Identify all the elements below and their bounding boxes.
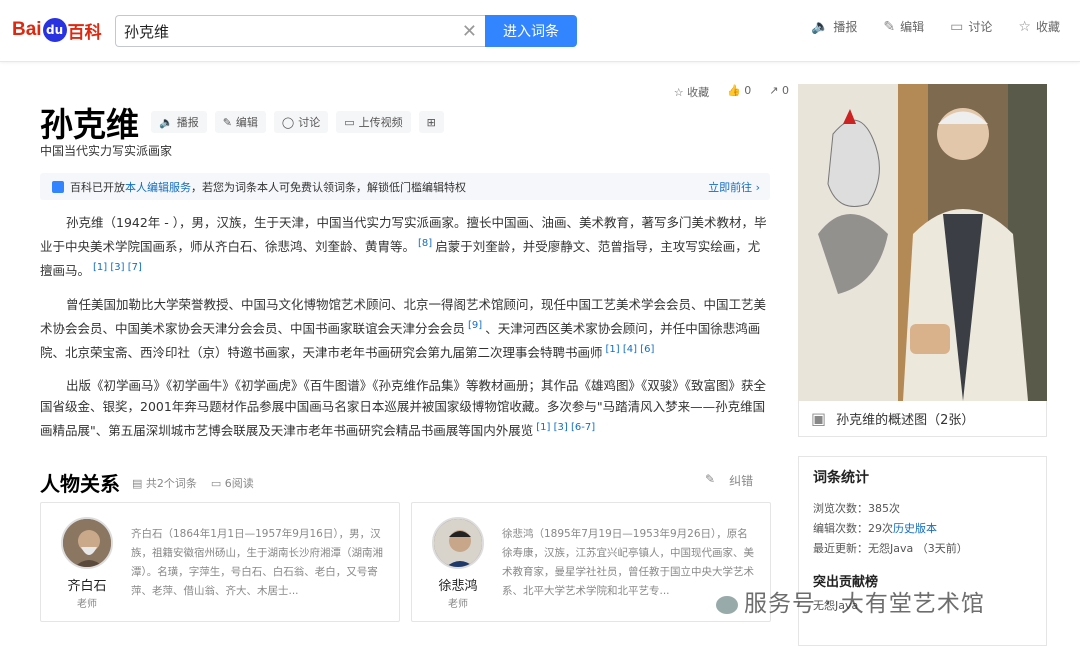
star-icon: ☆ <box>1018 18 1031 35</box>
person-desc: 齐白石（1864年1月1日—1957年9月16日），男，汉族，祖籍安徽宿州砀山，… <box>131 528 383 597</box>
plus-icon: ⊞ <box>426 115 436 129</box>
entry-meta: ☆ 收藏 👍 0 ↗ 0 <box>674 84 789 100</box>
ref-link[interactable]: [1] [3] [7] <box>93 262 142 273</box>
baidu-baike-logo[interactable]: Bai du 百科 <box>12 14 102 46</box>
avatar <box>432 517 484 569</box>
speaker-icon: 🔈 <box>810 18 829 35</box>
ref-link[interactable]: [8] <box>418 238 432 249</box>
page-title: 孙克维 <box>40 105 139 144</box>
clear-icon[interactable]: ✕ <box>462 21 477 42</box>
notice-link[interactable]: 本人编辑服务 <box>125 179 191 195</box>
ref-link[interactable]: [9] <box>468 320 482 331</box>
pencil-icon[interactable]: ✎ <box>705 472 715 489</box>
info-icon <box>52 180 64 193</box>
logo-bai: Bai <box>12 19 42 40</box>
entry-subtitle: 中国当代实力写实派画家 <box>40 144 173 158</box>
favorite-link[interactable]: ☆ 收藏 <box>674 84 709 100</box>
image-icon: ▣ <box>811 409 827 428</box>
enter-entry-button[interactable]: 进入词条 <box>485 15 577 47</box>
relations-tools: ✎ 纠错 <box>705 472 753 489</box>
speaker-icon: 🔈 <box>159 115 173 129</box>
ref-link[interactable]: [1] [3] [6-7] <box>536 422 595 433</box>
edits-count: 编辑次数：29次历史版本 <box>813 522 937 535</box>
relations-reads: ▭ 6阅读 <box>210 476 254 490</box>
go-now-link[interactable]: 立即前往 › <box>708 179 760 195</box>
correct-link[interactable]: 纠错 <box>729 472 753 489</box>
like-button[interactable]: 👍 0 <box>727 84 751 100</box>
share-button[interactable]: ↗ 0 <box>769 84 789 100</box>
paragraph-2: 曾任美国加勒比大学荣誉教授、中国马文化博物馆艺术顾问、北京一得阁艺术馆顾问，现任… <box>40 297 767 361</box>
top-bar: Bai du 百科 ✕ 进入词条 🔈播报 ✎编辑 ▭讨论 ☆收藏 <box>0 0 1080 62</box>
summary-photo[interactable] <box>798 84 1047 401</box>
ref-link[interactable]: [1] [4] [6] <box>606 344 655 355</box>
top-tool-discuss[interactable]: ▭ 讨论 <box>950 18 992 35</box>
top-tool-broadcast[interactable]: 🔈 播报 <box>811 18 857 35</box>
paragraph-1: 孙克维（1942年 - ），男，汉族，生于天津，中国当代实力写实派画家。擅长中国… <box>40 215 767 279</box>
photo-caption[interactable]: ▣ 孙克维的概述图（2张） <box>798 401 1047 437</box>
top-tools: 🔈 播报 ✎ 编辑 ▭ 讨论 ☆ 收藏 <box>811 18 1060 35</box>
watermark: 服务号 · 大有堂艺术馆 <box>716 584 985 618</box>
person-name[interactable]: 齐白石 <box>55 575 119 594</box>
relation-card[interactable]: 齐白石 老师 齐白石（1864年1月1日—1957年9月16日），男，汉族，祖籍… <box>40 502 400 622</box>
relations-header: 人物关系 ▤ 共2个词条 ▭ 6阅读 <box>40 468 268 497</box>
upload-video-button[interactable]: ▭ 上传视频 <box>336 111 411 133</box>
logo-du: du <box>42 18 67 42</box>
edit-button[interactable]: ✎ 编辑 <box>214 111 266 133</box>
stats-title: 词条统计 <box>813 470 869 486</box>
top-tool-favorite[interactable]: ☆ 收藏 <box>1018 18 1060 35</box>
notice-suffix: ，若您为词条本人可免费认领词条，解锁低门槛编辑特权 <box>191 180 466 194</box>
relations-title: 人物关系 <box>40 472 120 496</box>
pencil-icon: ✎ <box>883 18 896 35</box>
discuss-button[interactable]: ◯ 讨论 <box>273 111 329 133</box>
relations-count: ▤ 共2个词条 <box>132 476 197 490</box>
add-button[interactable]: ⊞ <box>418 111 444 133</box>
last-updated: 最近更新：无怨Java （3天前） <box>813 542 968 555</box>
pencil-icon: ✎ <box>222 115 232 129</box>
search-box: ✕ <box>115 15 485 47</box>
person-role: 老师 <box>77 599 97 610</box>
notice-prefix: 百科已开放 <box>70 180 125 194</box>
broadcast-button[interactable]: 🔈 播报 <box>151 111 207 133</box>
logo-baike: 百科 <box>67 22 102 43</box>
edit-service-notice: 百科已开放 本人编辑服务 ，若您为词条本人可免费认领词条，解锁低门槛编辑特权 立… <box>40 173 770 200</box>
person-name[interactable]: 徐悲鸿 <box>426 575 490 594</box>
chat-icon: ▭ <box>950 18 964 35</box>
paragraph-3: 出版《初学画马》《初学画牛》《初学画虎》《百牛图谱》《孙克维作品集》等教材画册；… <box>40 378 767 439</box>
wechat-icon <box>716 595 738 614</box>
title-row: 孙克维 🔈 播报 ✎ 编辑 ◯ 讨论 ▭ 上传视频 ⊞ <box>40 98 452 146</box>
history-link[interactable]: 历史版本 <box>893 522 937 535</box>
avatar <box>61 517 113 569</box>
search-input[interactable] <box>116 16 446 46</box>
top-tool-edit[interactable]: ✎ 编辑 <box>883 18 924 35</box>
views-count: 浏览次数：385次 <box>813 502 900 515</box>
chat-icon: ◯ <box>281 115 295 129</box>
person-role: 老师 <box>448 599 468 610</box>
video-icon: ▭ <box>344 115 355 129</box>
